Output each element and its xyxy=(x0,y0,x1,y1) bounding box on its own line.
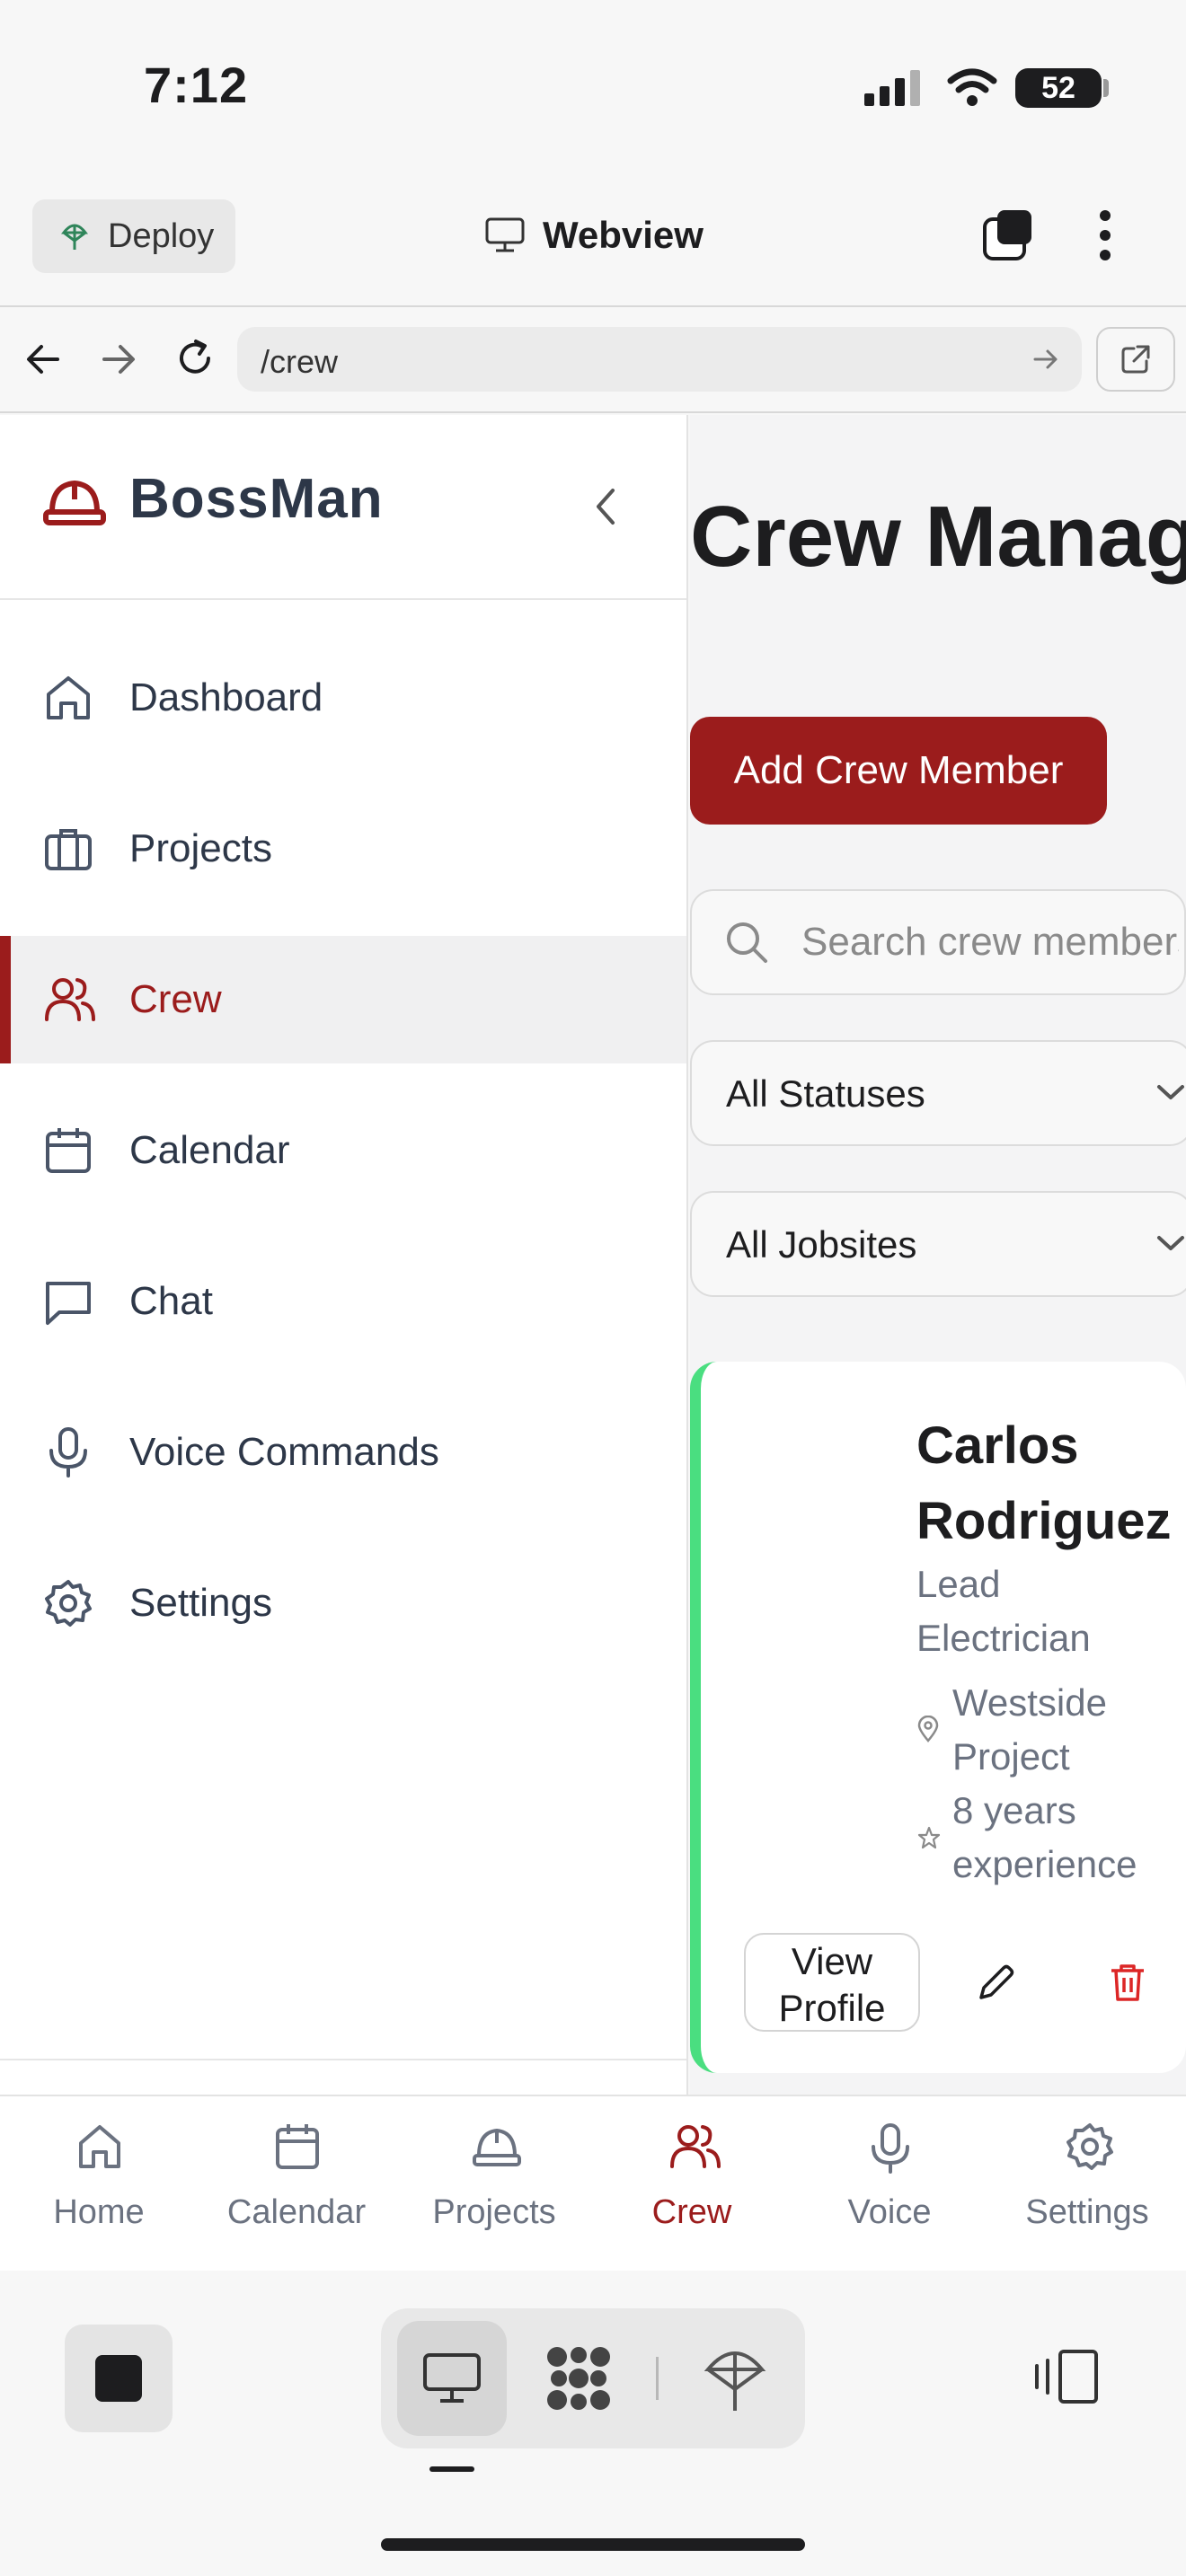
calendar-icon xyxy=(46,1128,91,1173)
deploy-button[interactable]: Deploy xyxy=(32,199,235,273)
sidebar-divider xyxy=(0,2059,686,2060)
go-arrow-icon[interactable] xyxy=(1031,345,1060,374)
external-link-icon xyxy=(1121,345,1150,374)
mic-icon xyxy=(872,2123,909,2174)
chevron-left-icon[interactable] xyxy=(589,485,622,528)
wifi-icon xyxy=(947,68,997,106)
sidebar-item-settings[interactable]: Settings xyxy=(0,1539,686,1667)
webview-label: Webview xyxy=(543,214,704,256)
url-field[interactable] xyxy=(237,327,1082,392)
sidebar-item-dashboard[interactable]: Dashboard xyxy=(0,634,686,762)
chevron-down-icon xyxy=(1157,1085,1184,1099)
search-placeholder-clip: Search crew members... xyxy=(801,889,1179,995)
sidebar-item-label: Crew xyxy=(129,977,222,1021)
sidebar-item-calendar[interactable]: Calendar xyxy=(0,1087,686,1214)
star-icon xyxy=(917,1826,941,1849)
battery-indicator: 52 xyxy=(1015,68,1102,108)
active-mode-indicator xyxy=(429,2466,474,2472)
tabs-icon[interactable] xyxy=(981,208,1035,262)
bottom-nav-home[interactable]: Home xyxy=(0,2122,198,2247)
forward-arrow-icon[interactable] xyxy=(99,340,138,379)
chevron-down-icon xyxy=(1157,1236,1184,1250)
sidebar-item-voice-commands[interactable]: Voice Commands xyxy=(0,1389,686,1516)
bottom-nav-voice[interactable]: Voice xyxy=(791,2122,988,2247)
deploy-icon xyxy=(61,224,88,250)
status-filter-select[interactable]: All Statuses xyxy=(690,1040,1186,1146)
open-external-button[interactable] xyxy=(1096,327,1175,392)
mic-icon xyxy=(49,1427,87,1478)
back-arrow-icon[interactable] xyxy=(23,340,63,379)
jobsite-filter-select[interactable]: All Jobsites xyxy=(690,1191,1186,1297)
search-placeholder: Search crew members... xyxy=(801,920,1179,964)
active-indicator xyxy=(0,936,11,1063)
bottom-nav-crew[interactable]: Crew xyxy=(593,2122,791,2247)
crew-name: Carlos Rodriguez xyxy=(916,1416,1172,1550)
monitor-icon xyxy=(485,217,525,252)
bottom-nav-calendar[interactable]: Calendar xyxy=(198,2122,395,2247)
home-icon xyxy=(79,2125,120,2168)
view-profile-button[interactable]: View Profile xyxy=(744,1933,920,2032)
crew-experience: 8 years experience xyxy=(952,1789,1137,1885)
reload-icon[interactable] xyxy=(173,336,217,381)
url-text: /crew xyxy=(261,343,339,380)
sidebar-item-label: Dashboard xyxy=(129,675,323,719)
webview-tab[interactable]: Webview xyxy=(485,208,704,262)
status-time: 7:12 xyxy=(144,57,249,113)
sidebar-item-label: Voice Commands xyxy=(129,1430,439,1474)
page-title: Crew Management xyxy=(690,489,1186,585)
home-icon xyxy=(47,676,90,719)
bottom-nav-label: Settings xyxy=(1025,2193,1149,2231)
sidebar-item-crew[interactable]: Crew xyxy=(0,936,686,1063)
gear-icon xyxy=(45,1580,92,1627)
trash-icon[interactable] xyxy=(1109,1962,1146,2003)
canvas-mode-icon[interactable] xyxy=(543,2342,615,2414)
mode-divider xyxy=(656,2357,659,2400)
monitor-icon xyxy=(423,2353,481,2403)
add-crew-member-button[interactable]: Add Crew Member xyxy=(690,717,1107,825)
chat-icon xyxy=(46,1282,91,1325)
sidebar-item-label: Settings xyxy=(129,1581,272,1625)
signal-icon xyxy=(864,70,920,106)
battery-tip xyxy=(1103,79,1109,97)
stop-icon xyxy=(95,2355,142,2402)
home-indicator xyxy=(381,2538,805,2551)
hardhat-icon xyxy=(473,2128,521,2166)
users-icon xyxy=(45,978,95,1021)
bottom-nav-label: Calendar xyxy=(226,2193,367,2231)
deploy-label: Deploy xyxy=(108,216,215,255)
hardhat-logo-icon xyxy=(43,480,106,525)
gear-icon xyxy=(1067,2123,1113,2170)
bottom-nav-label: Voice xyxy=(847,2193,932,2231)
bottom-nav-label: Crew xyxy=(651,2193,732,2231)
sidebar-item-label: Calendar xyxy=(129,1128,290,1172)
deploy-icon[interactable] xyxy=(703,2342,767,2414)
calendar-icon xyxy=(276,2124,319,2169)
sidebar-item-chat[interactable]: Chat xyxy=(0,1238,686,1365)
bottom-nav-label: Projects xyxy=(432,2193,556,2231)
bottom-nav-label: Home xyxy=(53,2193,145,2231)
briefcase-icon xyxy=(45,829,92,870)
crew-role: Lead Electrician xyxy=(916,1563,1091,1659)
pencil-icon[interactable] xyxy=(976,1962,1017,2003)
sidebar-item-label: Chat xyxy=(129,1279,213,1323)
jobsite-filter-label: All Jobsites xyxy=(726,1223,917,1266)
side-panel-icon[interactable] xyxy=(1033,2348,1100,2405)
users-icon xyxy=(670,2125,721,2168)
brand-name: BossMan xyxy=(129,468,384,530)
sidebar-item-projects[interactable]: Projects xyxy=(0,785,686,913)
search-icon xyxy=(727,922,767,963)
sidebar-item-label: Projects xyxy=(129,826,272,870)
crew-jobsite: Westside Project xyxy=(952,1681,1107,1778)
bottom-nav-settings[interactable]: Settings xyxy=(988,2122,1186,2247)
status-filter-label: All Statuses xyxy=(726,1072,925,1115)
desktop-mode-button[interactable] xyxy=(397,2321,507,2436)
map-pin-icon xyxy=(917,1716,939,1742)
bottom-nav-projects[interactable]: Projects xyxy=(395,2122,593,2247)
more-vertical-icon[interactable] xyxy=(1089,208,1121,262)
